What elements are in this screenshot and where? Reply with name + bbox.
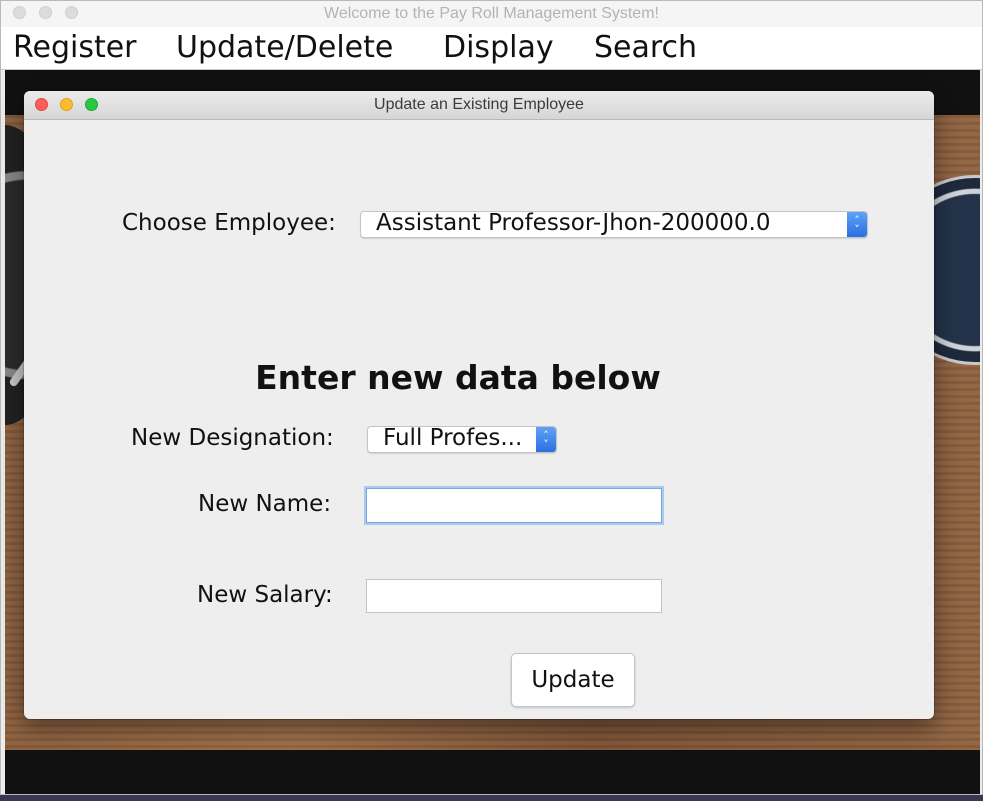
choose-employee-label: Choose Employee: — [122, 210, 336, 236]
dialog-titlebar: Update an Existing Employee — [24, 91, 934, 120]
menu-register[interactable]: Register — [13, 30, 137, 65]
menu-update-delete[interactable]: Update/Delete — [176, 30, 393, 65]
new-salary-label: New Salary: — [197, 582, 333, 608]
designation-select[interactable]: Full Profes... ˄ ˅ — [367, 426, 557, 453]
main-titlebar: Welcome to the Pay Roll Management Syste… — [1, 1, 982, 28]
dialog-title: Update an Existing Employee — [374, 96, 584, 113]
new-name-label: New Name: — [198, 491, 332, 517]
update-employee-dialog: Update an Existing Employee Choose Emplo… — [24, 91, 934, 719]
new-salary-input[interactable] — [366, 579, 662, 613]
main-window-title: Welcome to the Pay Roll Management Syste… — [324, 5, 659, 22]
employee-select[interactable]: Assistant Professor-Jhon-200000.0 ˄ ˅ — [360, 211, 868, 238]
menu-search[interactable]: Search — [594, 30, 697, 65]
section-heading: Enter new data below — [255, 358, 661, 397]
employee-select-value: Assistant Professor-Jhon-200000.0 — [376, 211, 771, 236]
designation-select-value: Full Profes... — [383, 426, 523, 451]
update-button[interactable]: Update — [511, 653, 635, 707]
new-designation-label: New Designation: — [131, 425, 334, 451]
menu-display[interactable]: Display — [443, 30, 554, 65]
chevron-up-down-icon: ˄ ˅ — [847, 212, 867, 237]
menubar: Register Update/Delete Display Search — [1, 27, 982, 70]
new-name-input[interactable] — [366, 488, 662, 523]
chevron-up-down-icon: ˄ ˅ — [536, 427, 556, 452]
